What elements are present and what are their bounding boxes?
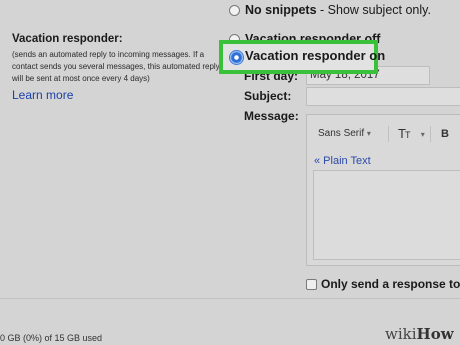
message-body-textarea[interactable] <box>313 170 460 260</box>
storage-usage: 0 GB (0%) of 15 GB used <box>0 333 103 343</box>
subject-label: Subject: <box>244 89 292 103</box>
footer-divider <box>0 298 460 299</box>
toolbar-divider <box>430 126 431 142</box>
no-snippets-label: No snippets <box>245 3 317 17</box>
text-size-button[interactable]: T T ▾ <box>398 125 425 144</box>
toolbar-divider <box>388 126 389 142</box>
text-size-icon: T T <box>398 126 411 141</box>
subject-input[interactable] <box>306 87 460 106</box>
vacation-on-radio[interactable] <box>230 51 243 64</box>
no-snippets-sub: - Show subject only. <box>316 3 431 17</box>
learn-more-link[interactable]: Learn more <box>12 88 73 102</box>
vacation-section-title: Vacation responder: <box>12 33 123 45</box>
wikihow-watermark: wikiHow <box>385 325 454 343</box>
svg-text:T: T <box>405 130 411 140</box>
message-label: Message: <box>244 109 299 123</box>
bold-button[interactable]: B <box>441 128 449 140</box>
only-send-checkbox[interactable] <box>306 279 317 290</box>
no-snippets-option[interactable]: No snippets - Show subject only. <box>245 3 431 17</box>
font-family-value: Sans Serif <box>318 128 365 139</box>
chevron-down-icon: ▾ <box>420 130 425 139</box>
plain-text-link[interactable]: « Plain Text <box>314 155 371 167</box>
chevron-down-icon: ▾ <box>366 129 371 138</box>
vacation-on-label[interactable]: Vacation responder on <box>245 48 385 63</box>
vacation-description: (sends an automated reply to incoming me… <box>12 50 220 83</box>
no-snippets-radio[interactable] <box>229 5 240 16</box>
only-send-label: Only send a response to <box>321 277 460 291</box>
font-family-select[interactable]: Sans Serif ▾ <box>318 128 371 139</box>
